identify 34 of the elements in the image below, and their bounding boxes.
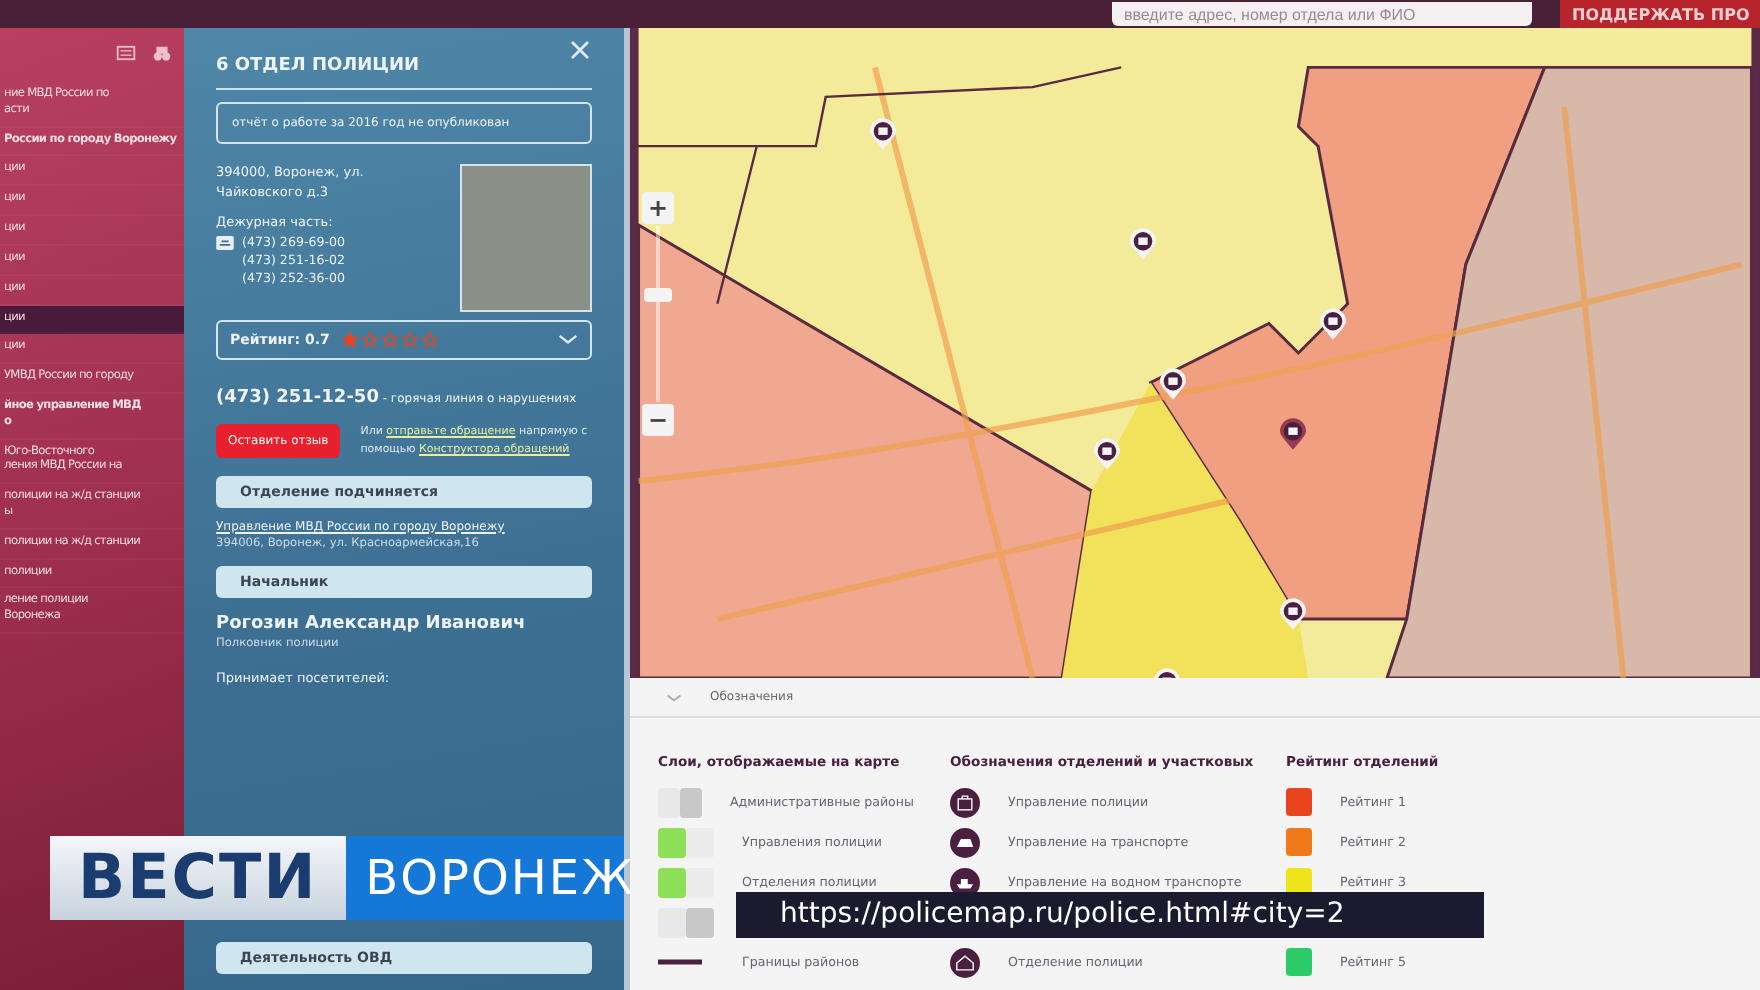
map-pin-icon	[1280, 418, 1306, 450]
house-icon	[950, 947, 980, 977]
star-empty-icon	[381, 332, 398, 348]
list-icon	[116, 44, 136, 62]
star-filled-icon	[341, 332, 358, 348]
close-button[interactable]	[568, 38, 592, 62]
phone-icon	[216, 235, 234, 249]
map-pin-icon	[1280, 598, 1306, 630]
channel-logo: ВЕСТИ	[50, 836, 346, 920]
search-field[interactable]: введите адрес, номер отдела или ФИО	[1112, 2, 1532, 26]
star-empty-icon	[421, 332, 438, 348]
layer-toggle[interactable]	[658, 787, 702, 817]
url-caption: https://policemap.ru/police.html#city=2	[736, 892, 1484, 938]
map-pin-icon	[870, 118, 896, 150]
star-empty-icon	[401, 332, 418, 348]
briefcase-icon	[950, 787, 980, 817]
chief-name: Рогозин Александр Иванович	[216, 613, 528, 634]
boundary-line-icon	[658, 958, 702, 966]
close-icon	[570, 40, 590, 60]
map-pin-icon	[1130, 228, 1156, 260]
layer-toggle[interactable]	[658, 867, 714, 897]
map-pin-icon	[1160, 368, 1186, 400]
zoom-out-button[interactable]: −	[642, 404, 674, 436]
layer-toggle[interactable]	[658, 827, 714, 857]
chevron-down-icon	[558, 334, 578, 346]
map-pin-icon	[1094, 438, 1120, 470]
train-icon	[950, 827, 980, 857]
binoculars-icon	[152, 44, 172, 62]
layer-toggle[interactable]	[658, 907, 714, 937]
zoom-in-button[interactable]: +	[642, 192, 674, 224]
panel-title: 6 ОТДЕЛ ПОЛИЦИИ	[216, 56, 420, 76]
chevron-down-icon	[666, 693, 682, 701]
support-button[interactable]: ПОДДЕРЖАТЬ ПРО	[1560, 0, 1760, 28]
map-pin-icon	[1320, 308, 1346, 340]
